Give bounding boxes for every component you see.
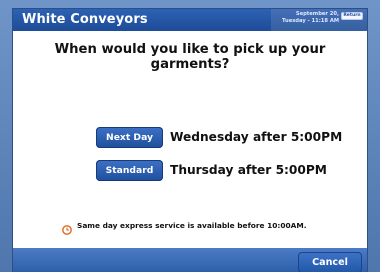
express-service-notice: Same day express service is available be… (77, 221, 307, 230)
clock-icon (62, 220, 72, 235)
cancel-button[interactable]: Cancel (298, 252, 362, 272)
return-button[interactable]: Return (341, 12, 363, 20)
standard-pickup-text: Thursday after 5:00PM (170, 163, 327, 177)
datetime: September 20, Tuesday - 11:18 AM (282, 11, 339, 25)
app-title: White Conveyors (22, 12, 148, 27)
next-day-button[interactable]: Next Day (96, 127, 163, 148)
app-header: White Conveyors September 20, Tuesday - … (13, 9, 367, 31)
kiosk-frame: White Conveyors September 20, Tuesday - … (0, 0, 380, 272)
kiosk-screen: White Conveyors September 20, Tuesday - … (13, 9, 367, 272)
pickup-question: When would you like to pick up your garm… (54, 42, 326, 72)
header-datetime-panel: September 20, Tuesday - 11:18 AM Return (271, 9, 367, 31)
time-text: Tuesday - 11:18 AM (282, 18, 339, 24)
next-day-pickup-text: Wednesday after 5:00PM (170, 130, 343, 144)
standard-button[interactable]: Standard (96, 160, 163, 181)
date-text: September 20, (295, 11, 339, 17)
app-footer: Cancel (13, 248, 367, 272)
